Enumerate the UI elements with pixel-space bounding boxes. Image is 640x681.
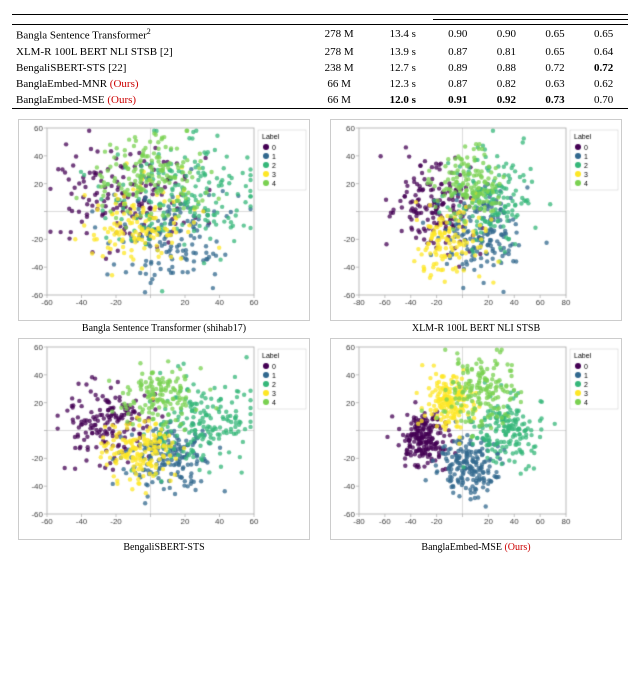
ours-tag: (Ours) [110,78,139,90]
scatter-plot-1 [18,119,310,321]
col-parameters [306,15,372,25]
accuracy: 0.81 [482,44,531,60]
col-inference [372,15,433,25]
mcs: 0.89 [433,60,482,76]
r-value: 0.72 [579,60,628,76]
plot-container: Bangla Sentence Transformer (shihab17) [12,119,316,334]
plot-title: Bangla Sentence Transformer (shihab17) [82,323,246,334]
rho: 0.65 [531,44,580,60]
ours-tag: (Ours) [107,94,136,106]
accuracy: 0.90 [482,25,531,44]
plot-title: BengaliSBERT-STS [123,542,204,553]
rho: 0.73 [531,92,580,109]
inf-time: 13.4 s [372,25,433,44]
inf-time: 12.7 s [372,60,433,76]
r-value: 0.64 [579,44,628,60]
plot-container: BanglaEmbed-MSE (Ours) [324,338,628,553]
plot-container: XLM-R 100L BERT NLI STSB [324,119,628,334]
rho: 0.72 [531,60,580,76]
plots-grid: Bangla Sentence Transformer (shihab17) XL… [12,119,628,553]
model-name: Bangla Sentence Transformer2 [12,25,306,44]
inf-time: 12.0 s [372,92,433,109]
rho: 0.63 [531,76,580,92]
mcs: 0.87 [433,76,482,92]
mcs: 0.91 [433,92,482,109]
params: 66 M [306,76,372,92]
table-row: BengaliSBERT-STS [22]238 M12.7 s0.890.88… [12,60,628,76]
table-row: BanglaEmbed-MSE (Ours)66 M12.0 s0.910.92… [12,92,628,109]
rho: 0.65 [531,25,580,44]
mcs: 0.90 [433,25,482,44]
table-row: BanglaEmbed-MNR (Ours)66 M12.3 s0.870.82… [12,76,628,92]
model-name: BanglaEmbed-MNR (Ours) [12,76,306,92]
params: 278 M [306,25,372,44]
accuracy: 0.92 [482,92,531,109]
table-row: XLM-R 100L BERT NLI STSB [2]278 M13.9 s0… [12,44,628,60]
r-value: 0.65 [579,25,628,44]
params: 66 M [306,92,372,109]
plot-title: BanglaEmbed-MSE (Ours) [421,542,530,553]
r-value: 0.70 [579,92,628,109]
mcs: 0.87 [433,44,482,60]
params: 278 M [306,44,372,60]
inf-time: 13.9 s [372,44,433,60]
table-row: Bangla Sentence Transformer2278 M13.4 s0… [12,25,628,44]
model-name: XLM-R 100L BERT NLI STSB [2] [12,44,306,60]
col-models [12,15,306,25]
model-name: BanglaEmbed-MSE (Ours) [12,92,306,109]
r-value: 0.62 [579,76,628,92]
scatter-plot-2 [330,119,622,321]
accuracy: 0.88 [482,60,531,76]
plot-title: XLM-R 100L BERT NLI STSB [412,323,540,334]
plot-container: BengaliSBERT-STS [12,338,316,553]
model-name: BengaliSBERT-STS [22] [12,60,306,76]
scatter-plot-3 [18,338,310,540]
scatter-plot-4 [330,338,622,540]
accuracy: 0.82 [482,76,531,92]
results-table: Bangla Sentence Transformer2278 M13.4 s0… [12,14,628,109]
params: 238 M [306,60,372,76]
ours-label: (Ours) [504,542,530,553]
inf-time: 12.3 s [372,76,433,92]
